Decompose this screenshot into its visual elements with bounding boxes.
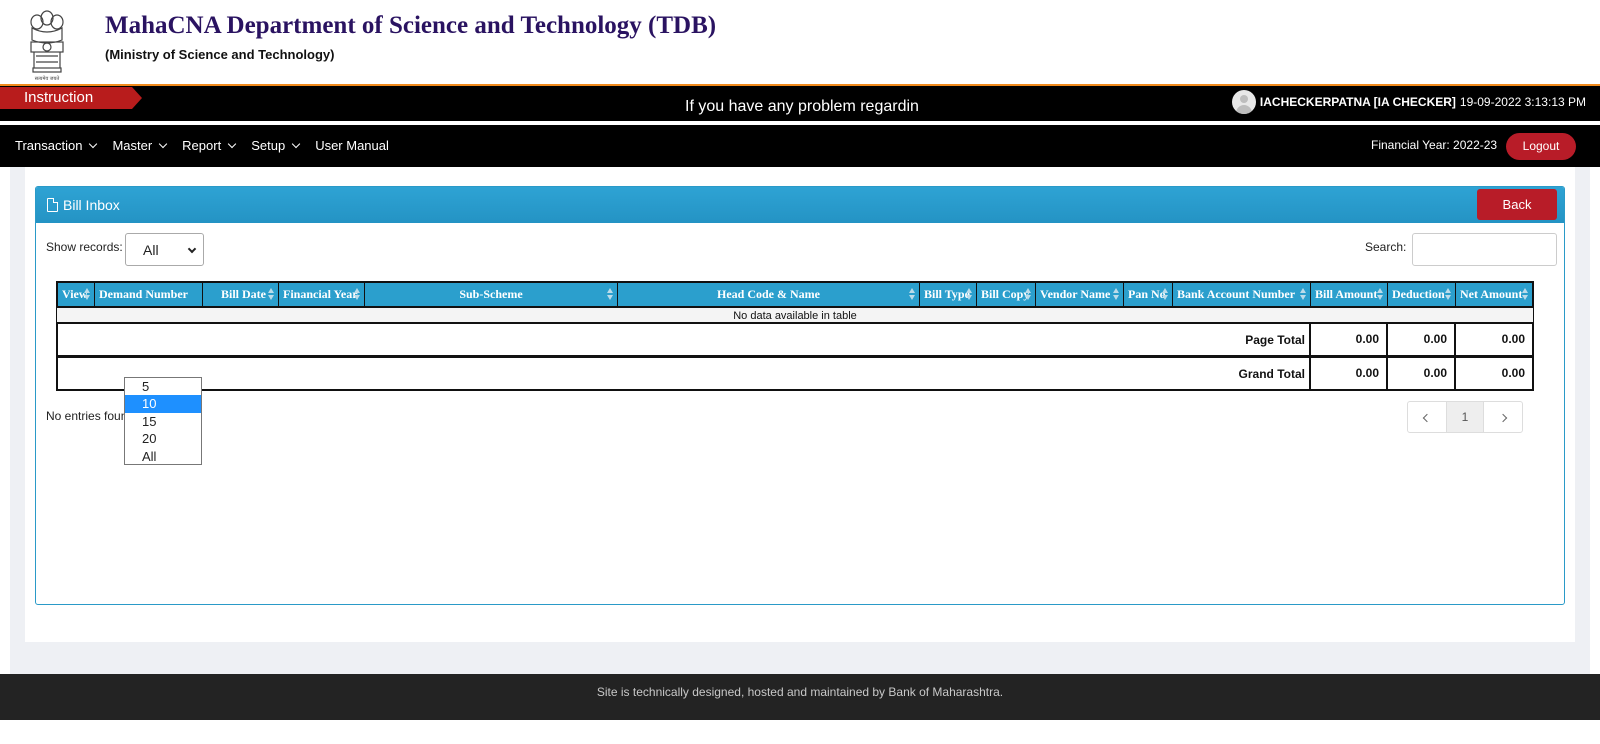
show-records-value: All xyxy=(143,242,159,258)
dropdown-option-10[interactable]: 10 xyxy=(125,395,201,413)
panel-title: Bill Inbox xyxy=(63,197,120,213)
sort-icon xyxy=(966,288,973,301)
column-header-bill-copy[interactable]: Bill Copy xyxy=(977,283,1036,306)
sort-icon xyxy=(268,288,275,301)
pagination-next-button[interactable] xyxy=(1484,402,1522,432)
site-header: सत्यमेव जयते MahaCNA Department of Scien… xyxy=(0,0,1600,85)
dropdown-option-5[interactable]: 5 xyxy=(125,378,201,395)
show-records-label: Show records: xyxy=(46,240,123,254)
column-header-financial-year[interactable]: Financial Year xyxy=(279,283,365,306)
table-header: View Demand Number Bill Date Financial Y… xyxy=(56,281,1534,308)
ministry-subtitle: (Ministry of Science and Technology) xyxy=(105,47,335,62)
site-footer: Site is technically designed, hosted and… xyxy=(0,674,1600,720)
national-emblem-logo: सत्यमेव जयते xyxy=(30,10,64,82)
search-label: Search: xyxy=(1365,240,1407,254)
sort-icon xyxy=(1300,288,1307,301)
document-icon xyxy=(47,198,58,212)
column-header-pan-no[interactable]: Pan No xyxy=(1124,283,1173,306)
nav-menu: Transaction Master Report Setup User Man… xyxy=(15,138,405,153)
emblem-caption: सत्यमेव जयते xyxy=(35,75,60,82)
grand-total-deduction: 0.00 xyxy=(1386,356,1454,391)
column-header-net-amount[interactable]: Net Amount xyxy=(1456,283,1532,306)
chevron-down-icon xyxy=(187,244,197,254)
search-input[interactable] xyxy=(1412,233,1557,266)
chevron-down-icon xyxy=(158,139,168,148)
nav-item-user-manual[interactable]: User Manual xyxy=(315,138,389,153)
column-header-bill-date[interactable]: Bill Date xyxy=(203,283,279,306)
page-total-bill-amount: 0.00 xyxy=(1309,322,1386,357)
entries-info: No entries foun xyxy=(46,409,128,423)
column-header-vendor-name[interactable]: Vendor Name xyxy=(1036,283,1124,306)
sort-icon xyxy=(1162,288,1169,301)
nav-item-transaction[interactable]: Transaction xyxy=(15,138,98,153)
page-total-net-amount: 0.00 xyxy=(1454,322,1532,357)
sort-icon xyxy=(607,288,614,301)
chevron-right-icon xyxy=(1498,413,1508,423)
page-total-deduction: 0.00 xyxy=(1386,322,1454,357)
back-button[interactable]: Back xyxy=(1477,189,1557,220)
sort-icon xyxy=(1377,288,1384,301)
chevron-down-icon xyxy=(291,139,301,148)
page-total-row: Page Total 0.00 0.00 0.00 xyxy=(56,322,1534,357)
user-name: IACHECKERPATNA [IA CHECKER] xyxy=(1259,95,1456,109)
bill-inbox-panel: Bill Inbox Back Show records: All Search… xyxy=(35,186,1565,605)
department-title: MahaCNA Department of Science and Techno… xyxy=(105,12,717,39)
dropdown-option-15[interactable]: 15 xyxy=(125,413,201,430)
column-header-bank-account-number[interactable]: Bank Account Number xyxy=(1173,283,1311,306)
chevron-down-icon xyxy=(89,139,98,148)
chevron-down-icon xyxy=(227,139,237,148)
show-records-select[interactable]: All xyxy=(125,233,204,266)
dropdown-option-20[interactable]: 20 xyxy=(125,430,201,447)
page-total-label: Page Total xyxy=(1245,333,1305,347)
column-header-deduction[interactable]: Deduction xyxy=(1388,283,1456,306)
current-datetime: 19-09-2022 3:13:13 PM xyxy=(1459,95,1586,109)
panel-header: Bill Inbox Back xyxy=(36,187,1564,223)
sort-icon xyxy=(1522,288,1529,301)
sort-icon xyxy=(1025,288,1032,301)
column-header-demand-number[interactable]: Demand Number xyxy=(95,283,203,306)
records-dropdown-list: 5 10 15 20 All xyxy=(124,377,202,465)
chevron-left-icon xyxy=(1422,413,1432,423)
logout-button[interactable]: Logout xyxy=(1506,133,1576,160)
instruction-marquee: If you have any problem regardin xyxy=(685,98,919,115)
footer-text: Site is technically designed, hosted and… xyxy=(596,685,1004,699)
sort-icon xyxy=(909,288,916,301)
column-header-bill-type[interactable]: Bill Type xyxy=(920,283,977,306)
grand-total-label: Grand Total xyxy=(1238,367,1305,381)
sort-icon xyxy=(1445,288,1452,301)
column-header-bill-amount[interactable]: Bill Amount xyxy=(1311,283,1388,306)
user-avatar-icon xyxy=(1231,90,1256,114)
main-nav: Transaction Master Report Setup User Man… xyxy=(0,125,1600,167)
sort-icon xyxy=(354,288,361,301)
grand-total-row: Grand Total 0.00 0.00 0.00 xyxy=(56,356,1534,391)
pagination-page-button[interactable]: 1 xyxy=(1446,402,1484,432)
sort-icon xyxy=(1113,288,1120,301)
pagination-prev-button[interactable] xyxy=(1408,402,1446,432)
grand-total-bill-amount: 0.00 xyxy=(1309,356,1386,391)
instruction-tag[interactable]: Instruction xyxy=(0,87,142,109)
nav-item-setup[interactable]: Setup xyxy=(251,138,301,153)
column-header-head-code-name[interactable]: Head Code & Name xyxy=(618,283,920,306)
column-header-view[interactable]: View xyxy=(58,283,95,306)
sort-icon xyxy=(84,288,91,301)
grand-total-net-amount: 0.00 xyxy=(1454,356,1532,391)
dropdown-option-all[interactable]: All xyxy=(125,448,201,465)
financial-year-label: Financial Year: 2022-23 xyxy=(1371,138,1498,152)
pagination: 1 xyxy=(1407,401,1523,433)
instruction-bar: Instruction If you have any problem rega… xyxy=(0,86,1600,121)
nav-item-report[interactable]: Report xyxy=(182,138,237,153)
nav-item-master[interactable]: Master xyxy=(112,138,168,153)
user-info: IACHECKERPATNA [IA CHECKER] 19-09-2022 3… xyxy=(1231,90,1586,114)
column-header-sub-scheme[interactable]: Sub-Scheme xyxy=(365,283,618,306)
